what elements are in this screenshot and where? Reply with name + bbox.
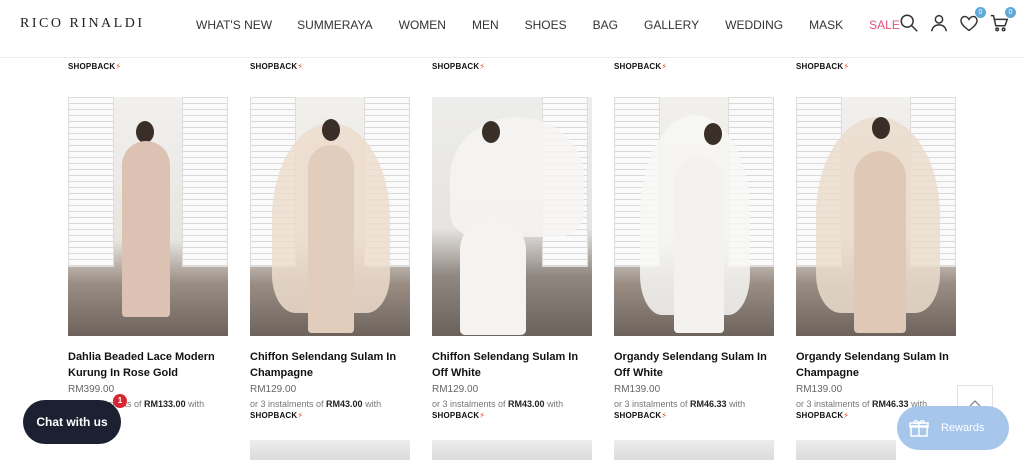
product-image[interactable] bbox=[250, 97, 410, 336]
shopback-logo: SHOPBACK⚡ bbox=[614, 62, 668, 71]
chat-button[interactable]: Chat with us 1 bbox=[23, 394, 127, 444]
product-price: RM129.00 bbox=[432, 384, 479, 395]
rewards-button[interactable]: Rewards bbox=[897, 406, 1009, 450]
next-row-image[interactable] bbox=[432, 440, 592, 460]
shopback-logo: SHOPBACK⚡ bbox=[68, 62, 122, 71]
product-image[interactable] bbox=[432, 97, 592, 336]
model-head bbox=[322, 119, 340, 141]
product-name[interactable]: Chiffon Selendang Sulam In Champagne bbox=[250, 349, 410, 381]
installment-text: or 3 instalments of RM46.33 with bbox=[614, 399, 746, 409]
product-price: RM139.00 bbox=[796, 384, 843, 395]
model-outfit bbox=[122, 141, 170, 317]
chat-label: Chat with us bbox=[36, 415, 108, 429]
product-image[interactable] bbox=[796, 97, 956, 336]
model-head bbox=[136, 121, 154, 143]
model-outfit bbox=[674, 157, 724, 333]
nav-men[interactable]: MEN bbox=[472, 18, 499, 32]
shutter-decor bbox=[182, 97, 228, 267]
product-price: RM129.00 bbox=[250, 384, 297, 395]
nav-shoes[interactable]: SHOES bbox=[525, 18, 567, 32]
installment-text: or 3 instalments of RM43.00 with bbox=[432, 399, 564, 409]
shopback-logo: SHOPBACK⚡ bbox=[250, 62, 304, 71]
product-price: RM399.00 bbox=[68, 384, 115, 395]
search-icon[interactable] bbox=[898, 12, 920, 34]
shutter-decor bbox=[68, 97, 114, 267]
product-name[interactable]: Organdy Selendang Sulam In Champagne bbox=[796, 349, 956, 381]
installment-text: or 3 instalments of RM43.00 with bbox=[250, 399, 382, 409]
model-outfit bbox=[854, 151, 906, 333]
nav-summeraya[interactable]: SUMMERAYA bbox=[297, 18, 373, 32]
cart-count-badge: 0 bbox=[1005, 7, 1016, 18]
rewards-label: Rewards bbox=[941, 422, 985, 434]
product-image[interactable] bbox=[68, 97, 228, 336]
cart-icon[interactable]: 0 bbox=[988, 7, 1016, 34]
product-price: RM139.00 bbox=[614, 384, 661, 395]
product-card[interactable]: Dahlia Beaded Lace Modern Kurung In Rose… bbox=[68, 97, 228, 409]
nav-women[interactable]: WOMEN bbox=[399, 18, 446, 32]
product-card[interactable]: Chiffon Selendang Sulam In Off White RM1… bbox=[432, 97, 592, 420]
shopback-logo: SHOPBACK⚡ bbox=[250, 411, 304, 420]
next-row-image[interactable] bbox=[614, 440, 774, 460]
model-head bbox=[872, 117, 890, 139]
product-name[interactable]: Dahlia Beaded Lace Modern Kurung In Rose… bbox=[68, 349, 228, 381]
nav-whats-new[interactable]: WHAT'S NEW bbox=[196, 18, 272, 32]
wishlist-icon[interactable]: 0 bbox=[958, 7, 986, 34]
site-logo[interactable]: RICO RINALDI bbox=[20, 16, 145, 32]
next-row-image[interactable] bbox=[250, 440, 410, 460]
chat-unread-badge: 1 bbox=[113, 394, 127, 408]
shopback-logo: SHOPBACK⚡ bbox=[796, 62, 850, 71]
shopback-logo: SHOPBACK⚡ bbox=[432, 62, 486, 71]
nav-wedding[interactable]: WEDDING bbox=[725, 18, 783, 32]
product-card[interactable]: Chiffon Selendang Sulam In Champagne RM1… bbox=[250, 97, 410, 420]
model-outfit bbox=[308, 145, 354, 333]
account-icon[interactable] bbox=[928, 12, 950, 34]
site-header: RICO RINALDI WHAT'S NEW SUMMERAYA WOMEN … bbox=[0, 0, 1024, 58]
product-name[interactable]: Organdy Selendang Sulam In Off White bbox=[614, 349, 774, 381]
model-scarf bbox=[450, 117, 584, 237]
product-card[interactable]: Organdy Selendang Sulam In Off White RM1… bbox=[614, 97, 774, 420]
nav-mask[interactable]: MASK bbox=[809, 18, 843, 32]
next-row-image[interactable] bbox=[796, 440, 896, 460]
nav-sale[interactable]: SALE bbox=[869, 18, 900, 32]
shopback-logo: SHOPBACK⚡ bbox=[614, 411, 668, 420]
shopback-logo: SHOPBACK⚡ bbox=[432, 411, 486, 420]
product-card[interactable]: Organdy Selendang Sulam In Champagne RM1… bbox=[796, 97, 956, 420]
model-outfit bbox=[460, 217, 526, 335]
wishlist-count-badge: 0 bbox=[975, 7, 986, 18]
gift-icon bbox=[909, 419, 929, 437]
model-head bbox=[704, 123, 722, 145]
product-name[interactable]: Chiffon Selendang Sulam In Off White bbox=[432, 349, 592, 381]
model-head bbox=[482, 121, 500, 143]
header-icons: 0 0 bbox=[898, 7, 1016, 34]
product-image[interactable] bbox=[614, 97, 774, 336]
nav-gallery[interactable]: GALLERY bbox=[644, 18, 699, 32]
nav-bag[interactable]: BAG bbox=[593, 18, 618, 32]
main-nav: WHAT'S NEW SUMMERAYA WOMEN MEN SHOES BAG… bbox=[196, 18, 900, 32]
